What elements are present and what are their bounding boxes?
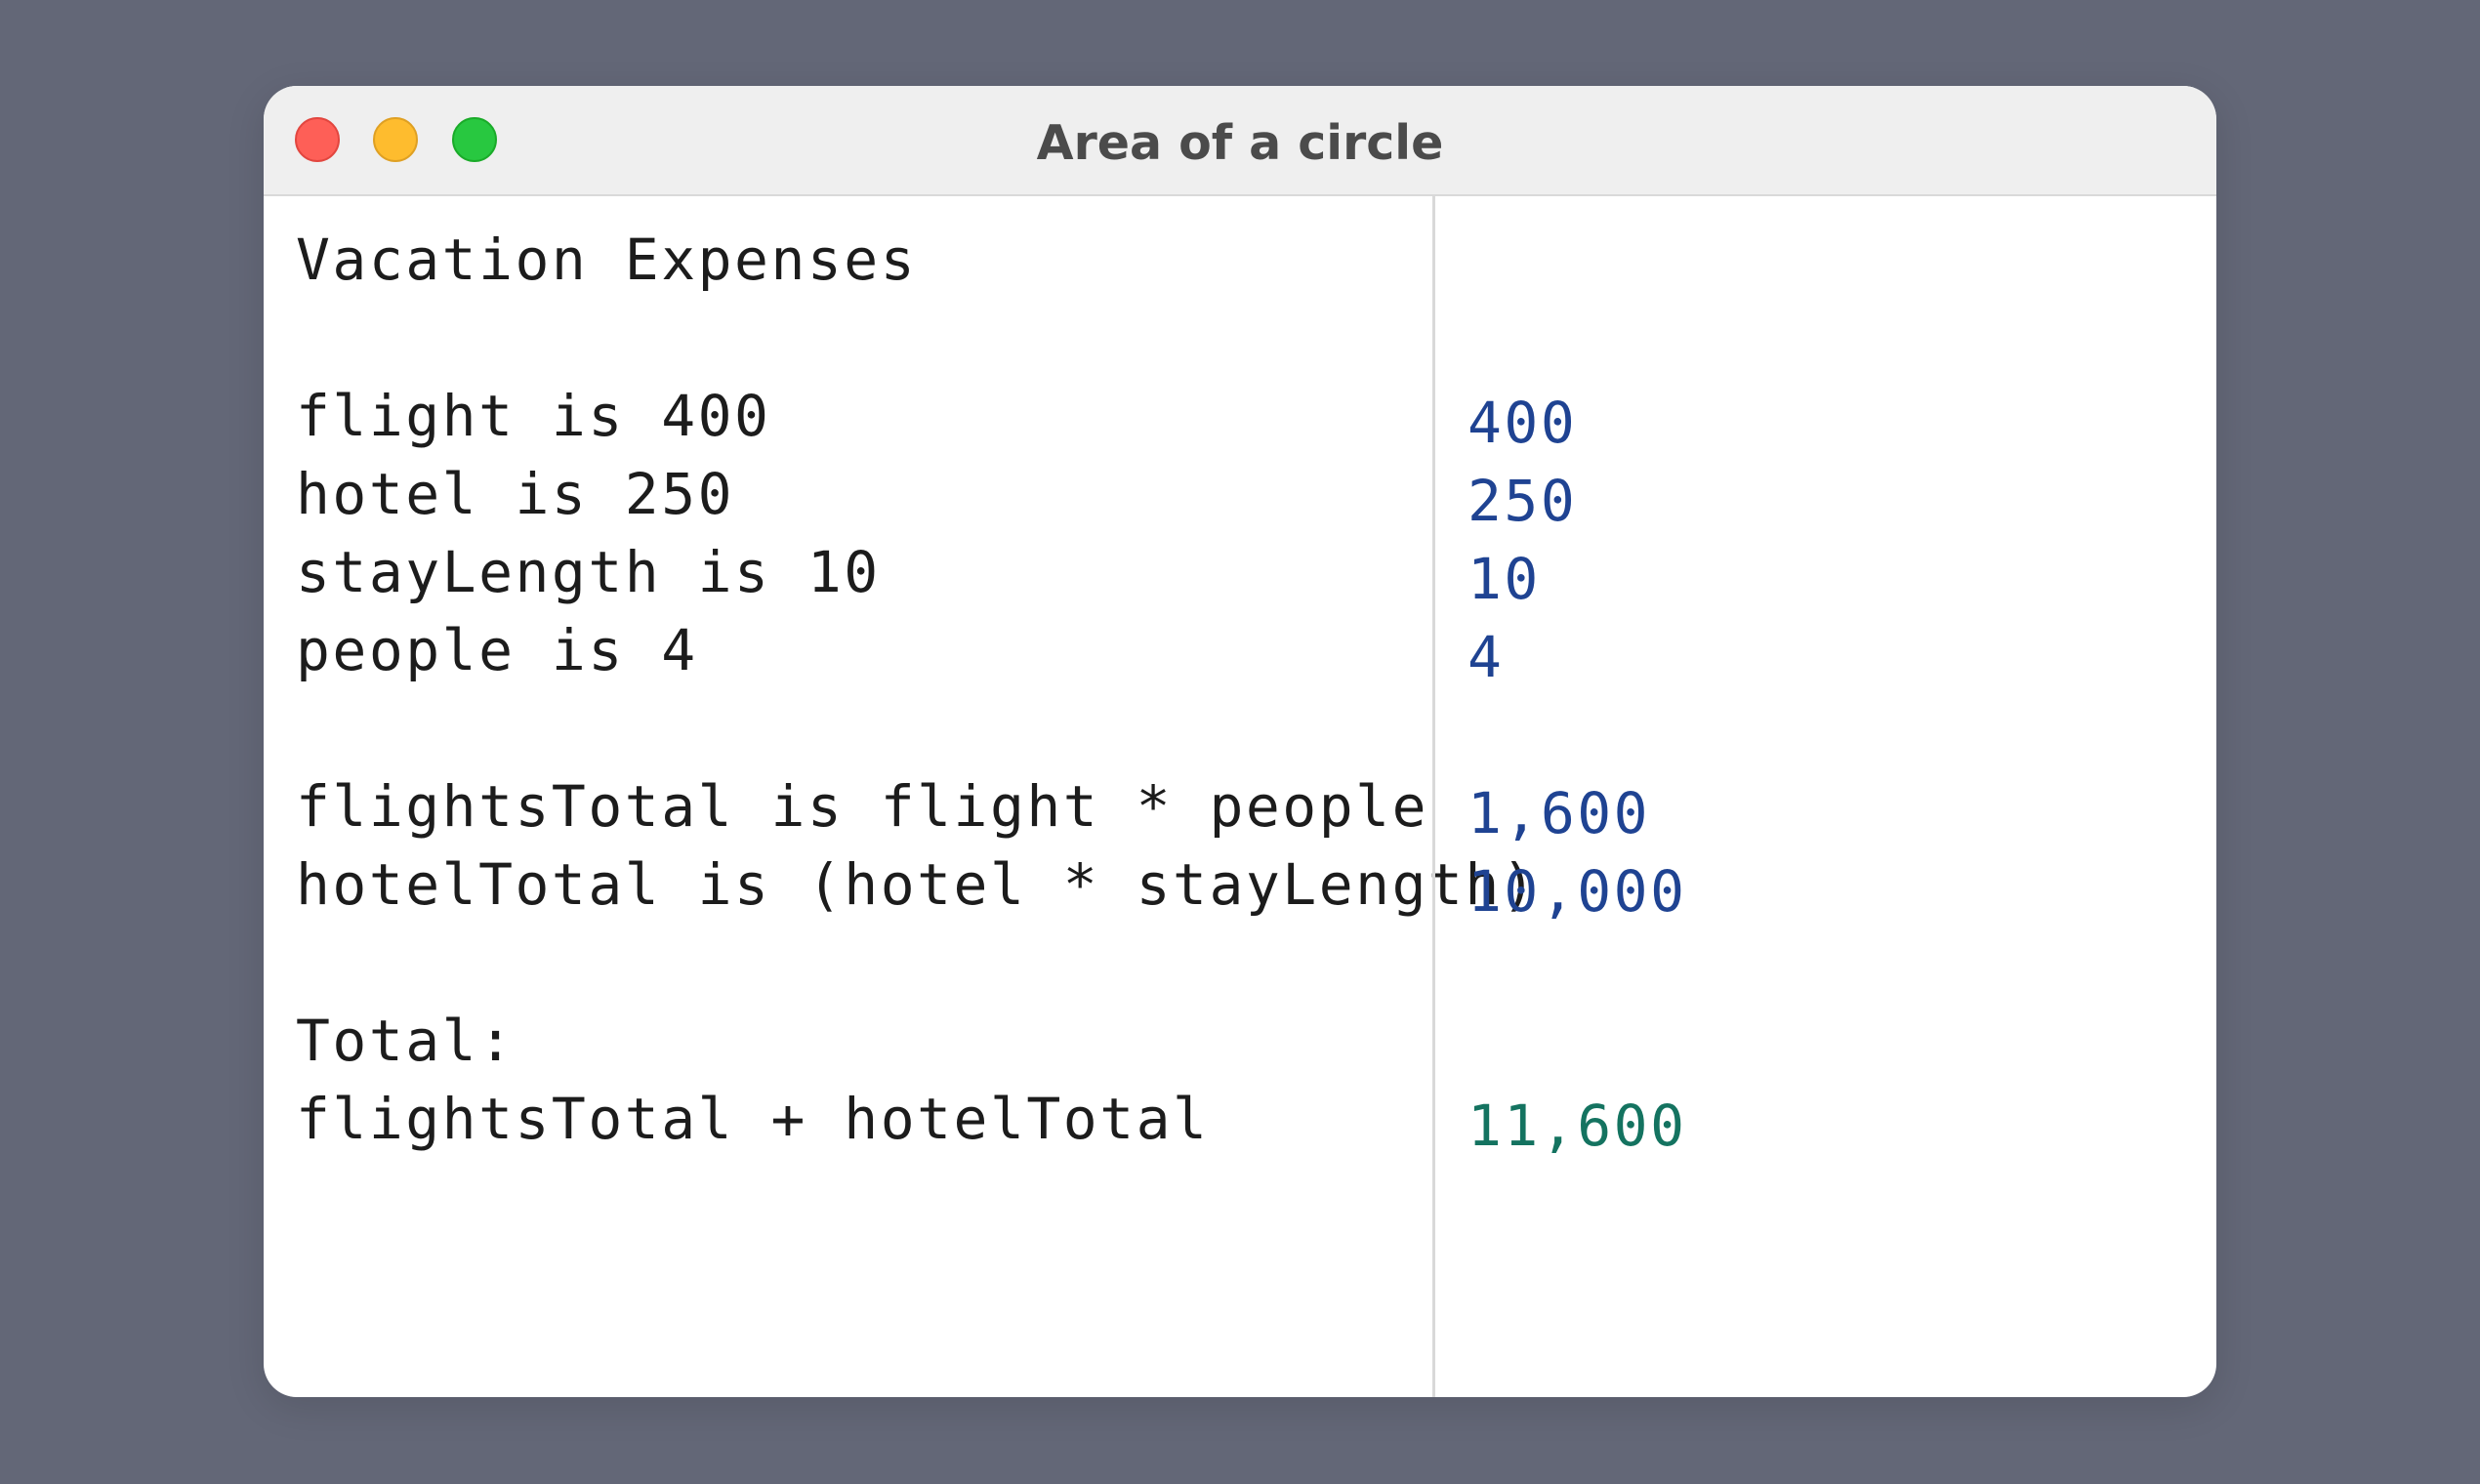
editor-line-hotel-total[interactable]: hotelTotal is (hotel * stayLength) (296, 850, 1538, 919)
result-flights-total: 1,600 (1467, 780, 1651, 846)
result-total: 11,600 (1467, 1092, 1687, 1159)
results-pane: 400 250 10 4 1,600 10,000 11,600 (1467, 196, 2151, 1397)
app-window: Area of a circle Vacation Expenses fligh… (264, 86, 2216, 1397)
result-flight: 400 (1467, 390, 1578, 456)
editor-line-stay-length[interactable]: stayLength is 10 (296, 538, 881, 606)
window-title: Area of a circle (1036, 115, 1444, 171)
result-stay-length: 10 (1467, 546, 1541, 612)
editor-line-flight[interactable]: flight is 400 (296, 382, 770, 450)
editor-line-people[interactable]: people is 4 (296, 616, 698, 684)
editor-line-total-label[interactable]: Total: (296, 1007, 516, 1075)
editor-line-hotel[interactable]: hotel is 250 (296, 460, 734, 528)
result-hotel-total: 10,000 (1467, 858, 1687, 925)
editor-pane[interactable]: Vacation Expenses flight is 400 hotel is… (296, 196, 1536, 1397)
editor-line-heading[interactable]: Vacation Expenses (296, 226, 917, 294)
editor-line-flights-total[interactable]: flightsTotal is flight * people (296, 772, 1428, 841)
editor-line-total-expression[interactable]: flightsTotal + hotelTotal (296, 1085, 1209, 1153)
result-people: 4 (1467, 624, 1505, 690)
title-bar: Area of a circle (264, 86, 2216, 196)
result-hotel: 250 (1467, 468, 1578, 534)
pane-divider[interactable] (1432, 196, 1435, 1397)
